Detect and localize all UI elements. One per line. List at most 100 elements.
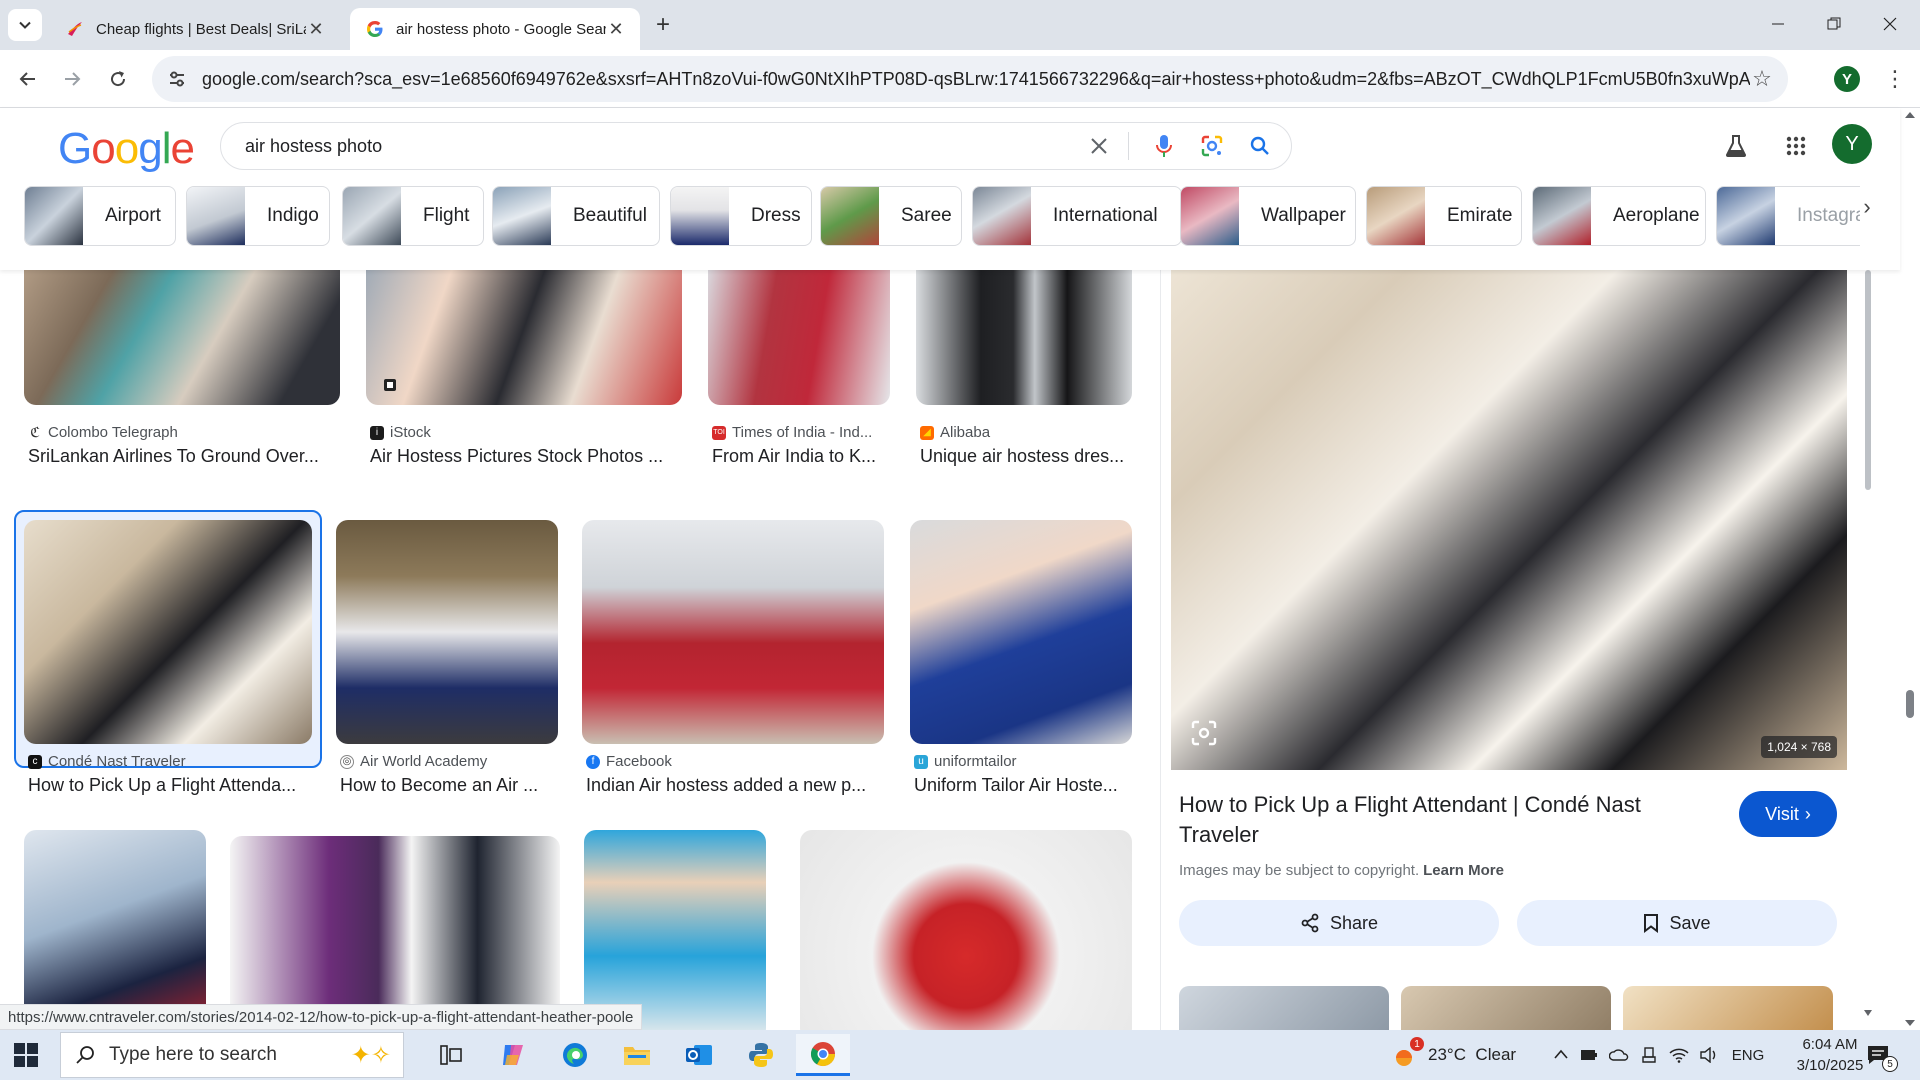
wifi-icon[interactable] bbox=[1664, 1047, 1694, 1063]
result-image[interactable] bbox=[24, 520, 312, 744]
page-scrollbar[interactable] bbox=[1900, 108, 1920, 1030]
bookmark-star-icon[interactable]: ☆ bbox=[1750, 66, 1774, 91]
result-source[interactable]: i iStock bbox=[370, 424, 431, 441]
taskbar-clock[interactable]: 6:04 AM 3/10/2025 bbox=[1790, 1034, 1870, 1076]
result-title[interactable]: Unique air hostess dres... bbox=[920, 446, 1132, 467]
chip-airport[interactable]: Airport bbox=[24, 186, 176, 246]
result-title[interactable]: How to Become an Air ... bbox=[340, 775, 558, 796]
result-image[interactable] bbox=[582, 520, 884, 744]
forward-button[interactable] bbox=[54, 61, 90, 97]
result-card[interactable] bbox=[800, 830, 1132, 1030]
result-card[interactable]: i iStock Air Hostess Pictures Stock Photo… bbox=[366, 270, 682, 480]
search-input[interactable]: air hostess photo bbox=[245, 136, 1064, 157]
taskbar-search-box[interactable]: Type here to search ✦✧ bbox=[60, 1032, 404, 1078]
chrome-taskbar-icon[interactable] bbox=[796, 1034, 850, 1076]
address-bar[interactable]: google.com/search?sca_esv=1e68560f694976… bbox=[152, 56, 1788, 102]
result-title[interactable]: SriLankan Airlines To Ground Over... bbox=[28, 446, 338, 467]
labs-flask-icon[interactable] bbox=[1720, 130, 1752, 162]
voice-search-icon[interactable] bbox=[1151, 133, 1177, 159]
save-button[interactable]: Save bbox=[1517, 900, 1837, 946]
google-apps-icon[interactable] bbox=[1780, 130, 1812, 162]
result-card[interactable]: ◎ Air World Academy How to Become an Air … bbox=[336, 520, 558, 795]
result-card[interactable]: TOI Times of India - Ind... From Air Indi… bbox=[708, 270, 890, 480]
result-source[interactable]: ℭ Colombo Telegraph bbox=[28, 424, 178, 441]
notification-center[interactable]: 5 bbox=[1866, 1030, 1898, 1080]
file-explorer-icon[interactable] bbox=[610, 1034, 664, 1076]
chip-indigo[interactable]: Indigo bbox=[186, 186, 330, 246]
result-image[interactable] bbox=[910, 520, 1132, 744]
result-image[interactable] bbox=[800, 830, 1132, 1030]
clear-search-icon[interactable] bbox=[1086, 133, 1112, 159]
result-source[interactable]: ◢ Alibaba bbox=[920, 424, 990, 441]
result-source[interactable]: TOI Times of India - Ind... bbox=[712, 424, 872, 441]
result-card[interactable] bbox=[230, 836, 560, 1030]
result-card[interactable]: ◢ Alibaba Unique air hostess dres... bbox=[916, 270, 1132, 480]
chip-dress[interactable]: Dress bbox=[670, 186, 812, 246]
result-source[interactable]: u uniformtailor bbox=[914, 753, 1017, 770]
tab-google-search[interactable]: air hostess photo - Google Sear ✕ bbox=[350, 8, 640, 50]
related-image[interactable] bbox=[1179, 986, 1389, 1030]
result-title[interactable]: Indian Air hostess added a new p... bbox=[586, 775, 884, 796]
result-source[interactable]: c Condé Nast Traveler bbox=[28, 753, 186, 770]
input-language[interactable]: ENG bbox=[1724, 1047, 1772, 1064]
outlook-icon[interactable] bbox=[672, 1034, 726, 1076]
result-title[interactable]: How to Pick Up a Flight Attenda... bbox=[28, 775, 312, 796]
close-tab-icon[interactable]: ✕ bbox=[606, 19, 626, 39]
browser-menu-icon[interactable]: ⋮ bbox=[1880, 64, 1910, 94]
minimize-button[interactable] bbox=[1748, 0, 1808, 48]
chip-aeroplane[interactable]: Aeroplane bbox=[1532, 186, 1706, 246]
result-image[interactable] bbox=[366, 270, 682, 405]
weather-widget[interactable]: 1 23°C Clear bbox=[1390, 1030, 1516, 1080]
close-tab-icon[interactable]: ✕ bbox=[306, 19, 326, 39]
chip-wallpaper[interactable]: Wallpaper bbox=[1180, 186, 1356, 246]
result-card[interactable] bbox=[584, 830, 766, 1030]
chevron-right-icon[interactable]: › bbox=[1852, 192, 1882, 222]
share-button[interactable]: Share bbox=[1179, 900, 1499, 946]
result-image[interactable] bbox=[230, 836, 560, 1030]
result-image[interactable] bbox=[584, 830, 766, 1030]
result-card[interactable]: f Facebook Indian Air hostess added a new… bbox=[582, 520, 886, 795]
usb-device-icon[interactable] bbox=[1634, 1047, 1664, 1063]
show-hidden-icons-icon[interactable] bbox=[1548, 1046, 1574, 1064]
copilot-icon[interactable] bbox=[486, 1034, 540, 1076]
result-title[interactable]: Air Hostess Pictures Stock Photos ... bbox=[370, 446, 680, 467]
result-card-selected[interactable]: c Condé Nast Traveler How to Pick Up a Fl… bbox=[14, 510, 322, 795]
edge-icon[interactable] bbox=[548, 1034, 602, 1076]
restore-button[interactable] bbox=[1804, 0, 1864, 48]
result-image[interactable] bbox=[916, 270, 1132, 405]
chip-international[interactable]: International bbox=[972, 186, 1182, 246]
result-source[interactable]: f Facebook bbox=[586, 753, 672, 770]
learn-more-link[interactable]: Learn More bbox=[1423, 862, 1504, 879]
back-button[interactable] bbox=[10, 61, 46, 97]
chip-beautiful[interactable]: Beautiful bbox=[492, 186, 660, 246]
chip-emirate[interactable]: Emirate bbox=[1366, 186, 1522, 246]
result-source[interactable]: ◎ Air World Academy bbox=[340, 753, 487, 770]
tab-cheap-flights[interactable]: Cheap flights | Best Deals| SriLa ✕ bbox=[50, 8, 340, 50]
profile-button[interactable]: Y bbox=[1834, 66, 1860, 92]
python-icon[interactable] bbox=[734, 1034, 788, 1076]
result-title[interactable]: From Air India to K... bbox=[712, 446, 890, 467]
related-image[interactable] bbox=[1401, 986, 1611, 1030]
visit-button[interactable]: Visit › bbox=[1739, 791, 1837, 837]
result-image[interactable] bbox=[24, 270, 340, 405]
task-view-icon[interactable] bbox=[424, 1034, 478, 1076]
lens-search-icon[interactable] bbox=[1187, 716, 1221, 750]
panel-scrollbar[interactable] bbox=[1862, 270, 1874, 1020]
chip-saree[interactable]: Saree bbox=[820, 186, 962, 246]
google-logo[interactable]: Google bbox=[58, 124, 195, 174]
search-box[interactable]: air hostess photo bbox=[220, 122, 1292, 170]
search-icon[interactable] bbox=[1247, 133, 1273, 159]
related-image[interactable] bbox=[1623, 986, 1833, 1030]
result-card[interactable]: ℭ Colombo Telegraph SriLankan Airlines To… bbox=[24, 270, 342, 480]
speaker-icon[interactable] bbox=[1694, 1047, 1724, 1063]
result-title[interactable]: Uniform Tailor Air Hoste... bbox=[914, 775, 1132, 796]
chip-instagram[interactable]: Instagram bbox=[1716, 186, 1860, 246]
battery-icon[interactable] bbox=[1574, 1049, 1604, 1061]
windows-start-icon[interactable] bbox=[14, 1043, 38, 1067]
site-info-icon[interactable] bbox=[166, 68, 188, 90]
new-tab-button[interactable]: + bbox=[650, 11, 676, 38]
result-image[interactable] bbox=[708, 270, 890, 405]
result-image[interactable] bbox=[336, 520, 558, 744]
result-image[interactable] bbox=[24, 830, 206, 1030]
google-lens-icon[interactable] bbox=[1199, 133, 1225, 159]
